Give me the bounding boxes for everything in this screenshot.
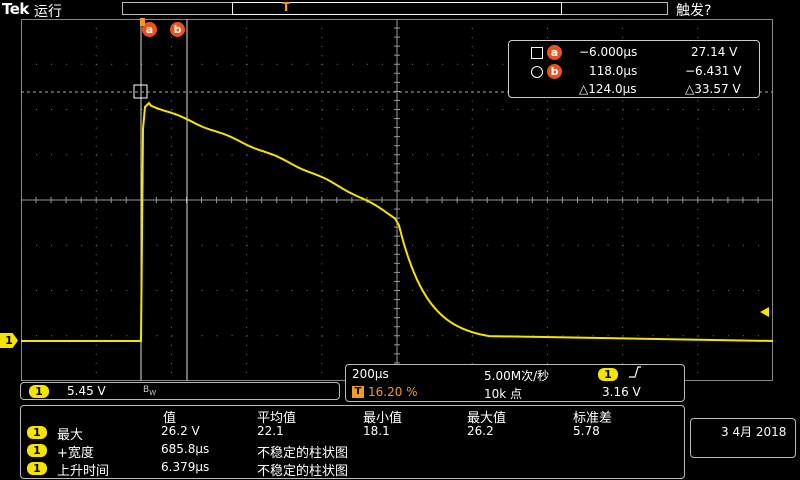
cursor-a-tab-icon	[140, 18, 145, 26]
channel-1-scale: 5.45 V	[67, 384, 106, 398]
measurement-value: 26.2 V	[161, 424, 200, 438]
trigger-position: 16.20 %	[368, 385, 418, 399]
delta-time: △124.0μs	[579, 82, 637, 96]
cursor-a-voltage: 27.14 V	[691, 45, 738, 59]
measurement-name: 上升时间	[57, 464, 110, 479]
circle-icon	[531, 66, 543, 78]
cursor-a-badge: a	[547, 45, 562, 60]
row-channel-badge: 1	[27, 426, 47, 439]
measurements-panel[interactable]: 值 平均值 最小值 最大值 标准差 1 最大 26.2 V 22.1 18.1 …	[20, 405, 685, 479]
date-text: 3 4月 2018	[721, 425, 787, 439]
measurement-mean: 22.1	[257, 424, 284, 438]
measurement-row[interactable]: 1 上升时间 6.379μs 不稳定的柱状图	[21, 460, 684, 479]
brand-logo: Tek	[2, 0, 29, 18]
cursor-b-voltage: −6.431 V	[685, 64, 742, 78]
cursor-a-time: −6.000μs	[579, 45, 638, 59]
measurement-name: +宽度	[57, 446, 94, 461]
square-icon	[531, 47, 543, 59]
trigger-level: 3.16 V	[602, 385, 641, 399]
bw-limit-icon: BW	[143, 385, 157, 397]
measurement-std: 5.78	[573, 424, 600, 438]
measurement-status: 不稳定的柱状图	[257, 446, 349, 461]
record-length: 10k 点	[484, 387, 523, 401]
measurement-row[interactable]: 1 最大 26.2 V 22.1 18.1 26.2 5.78	[21, 424, 684, 443]
channel-1-ground-marker[interactable]: 1	[0, 333, 18, 348]
measurement-value: 685.8μs	[161, 442, 210, 456]
top-status-bar: Tek 运行 T 触发?	[0, 0, 800, 21]
cursor-b-badge: b	[547, 64, 562, 79]
trigger-position-marker[interactable]: T	[282, 0, 290, 14]
trigger-level-arrow-icon[interactable]	[760, 307, 769, 317]
rising-edge-icon	[628, 366, 642, 381]
measurement-max: 26.2	[467, 424, 494, 438]
cursor-b-time: 118.0μs	[589, 64, 638, 78]
time-per-div: 200μs	[352, 367, 389, 381]
row-channel-badge: 1	[27, 462, 47, 475]
trigger-marker-icon: T	[352, 386, 364, 398]
cursor-readout-panel: a −6.000μs 27.14 V b 118.0μs −6.431 V △1…	[508, 40, 760, 98]
trigger-status: 触发?	[676, 3, 712, 19]
cursor-b-label[interactable]: b	[170, 22, 185, 37]
delta-voltage: △33.57 V	[685, 82, 741, 96]
date-display: 3 4月 2018	[690, 418, 796, 458]
measurement-status: 不稳定的柱状图	[257, 464, 349, 479]
measurement-value: 6.379μs	[161, 460, 210, 474]
channel-1-badge: 1	[29, 385, 49, 398]
horizontal-trigger-box[interactable]: 200μs 5.00M次/秒 1 T 16.20 % 10k 点 3.16 V	[345, 364, 685, 402]
measurement-min: 18.1	[363, 424, 390, 438]
measurement-row[interactable]: 1 +宽度 685.8μs 不稳定的柱状图	[21, 442, 684, 461]
trigger-source-badge: 1	[598, 368, 618, 381]
row-channel-badge: 1	[27, 444, 47, 457]
channel-1-scale-box[interactable]: 1 5.45 V BW	[20, 382, 340, 400]
sample-rate: 5.00M次/秒	[484, 369, 550, 383]
acquisition-status[interactable]: 运行	[34, 1, 62, 21]
measurement-name: 最大	[57, 428, 84, 443]
